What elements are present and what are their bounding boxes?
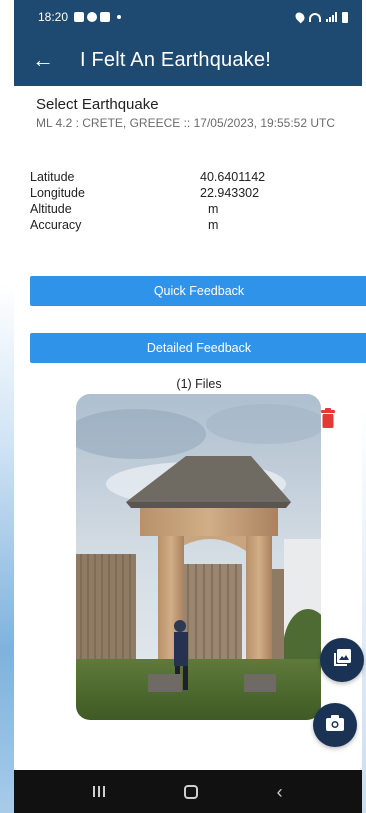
whatsapp-notification-icon [87, 12, 98, 22]
camera-icon [326, 714, 344, 736]
altitude-value: m [208, 202, 219, 216]
camera-button[interactable] [313, 703, 357, 747]
accuracy-row: Accuracy m [30, 217, 350, 233]
location-details: Latitude 40.6401142 Longitude 22.943302 … [30, 169, 350, 233]
location-icon [293, 10, 307, 24]
status-left: 18:20 [38, 10, 122, 24]
select-earthquake-title[interactable]: Select Earthquake [36, 96, 159, 113]
quick-feedback-button[interactable]: Quick Feedback [30, 276, 366, 306]
home-icon[interactable] [183, 784, 198, 799]
gallery-button[interactable] [320, 638, 364, 682]
app-bar: ← I Felt An Earthquake! [14, 34, 362, 86]
attached-photo[interactable] [76, 394, 321, 720]
recent-apps-icon[interactable] [93, 786, 106, 797]
accuracy-value: m [208, 218, 219, 232]
trash-icon[interactable] [321, 408, 335, 428]
main-content: Select Earthquake ML 4.2 : CRETE, GREECE… [14, 86, 366, 770]
status-bar: 18:20 [14, 0, 362, 34]
longitude-row: Longitude 22.943302 [30, 185, 350, 201]
photo-image [76, 394, 321, 720]
phone-screen: 18:20 ← I Felt An Earthquake! Select Ear… [14, 0, 366, 813]
altitude-label: Altitude [30, 202, 72, 216]
latitude-label: Latitude [30, 170, 75, 184]
wifi-icon [309, 12, 321, 22]
message-notification-icon [100, 12, 111, 22]
battery-icon [342, 11, 348, 23]
altitude-row: Altitude m [30, 201, 350, 217]
status-time: 18:20 [38, 10, 69, 24]
gallery-notification-icon [74, 12, 85, 22]
arrow-left-icon[interactable]: ← [32, 49, 58, 71]
left-edge-gradient [0, 0, 14, 813]
right-edge-gradient [362, 0, 366, 813]
files-count-label: (1) Files [176, 377, 222, 391]
detailed-feedback-button[interactable]: Detailed Feedback [30, 333, 366, 363]
back-chevron-icon[interactable]: ‹ [277, 783, 283, 801]
notification-icons [74, 12, 122, 22]
page-title: I Felt An Earthquake! [80, 48, 271, 71]
latitude-value: 40.6401142 [200, 170, 266, 184]
accuracy-label: Accuracy [30, 218, 82, 232]
image-gallery-icon [333, 648, 351, 672]
status-right [293, 10, 348, 24]
more-notifications-dot-icon [117, 15, 122, 19]
earthquake-info[interactable]: ML 4.2 : CRETE, GREECE :: 17/05/2023, 19… [36, 115, 356, 132]
longitude-label: Longitude [30, 186, 85, 200]
longitude-value: 22.943302 [200, 186, 260, 200]
system-nav-bar: ‹ [14, 770, 362, 813]
signal-icon [326, 12, 337, 22]
latitude-row: Latitude 40.6401142 [30, 169, 350, 185]
